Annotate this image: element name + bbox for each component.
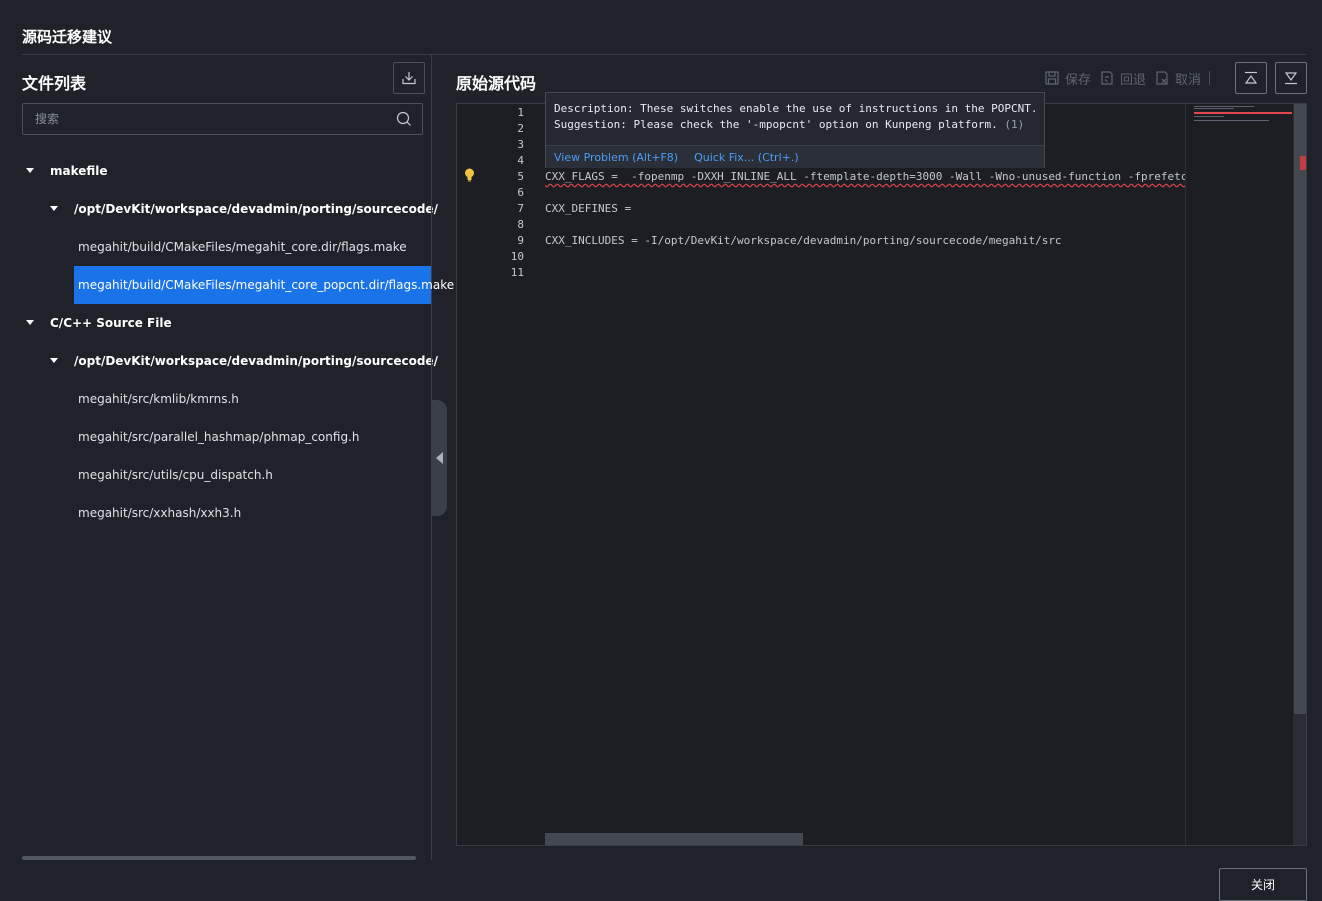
revert-button[interactable]: 回退 <box>1099 69 1146 88</box>
tree-group-label: makefile <box>50 164 108 178</box>
tree-file-item[interactable]: megahit/src/utils/cpu_dispatch.h <box>22 456 431 494</box>
tree-file-item[interactable]: megahit/src/kmlib/kmrns.h <box>22 380 431 418</box>
line-number: 3 <box>517 138 524 151</box>
previous-issue-button[interactable] <box>1235 62 1267 94</box>
editor-toolbar: 保存 回退 取消 <box>1044 68 1212 88</box>
close-button[interactable]: 关闭 <box>1219 868 1307 901</box>
download-icon <box>402 72 416 85</box>
tree-file-item[interactable]: megahit/build/CMakeFiles/megahit_core.di… <box>22 228 431 266</box>
line-number: 9 <box>517 234 524 247</box>
save-button[interactable]: 保存 <box>1044 69 1091 88</box>
search-box <box>22 103 423 135</box>
caret-down-icon[interactable] <box>26 168 34 173</box>
tree-file-item-selected[interactable]: megahit/build/CMakeFiles/megahit_core_po… <box>22 266 454 304</box>
arrow-down-to-bottom-icon <box>1284 72 1298 85</box>
tree-file-label: megahit/build/CMakeFiles/megahit_core.di… <box>78 240 407 254</box>
cancel-label: 取消 <box>1175 72 1202 88</box>
tree-file-label: megahit/src/xxhash/xxh3.h <box>78 506 242 520</box>
tree-group-cpp-source[interactable]: C/C++ Source File <box>22 304 431 342</box>
lightbulb-icon[interactable] <box>464 168 475 182</box>
tree-file-label: megahit/src/parallel_hashmap/phmap_confi… <box>78 430 360 444</box>
line-number: 11 <box>510 266 524 279</box>
tree-group-label: C/C++ Source File <box>50 316 172 330</box>
cancel-file-icon <box>1156 71 1168 85</box>
search-input[interactable] <box>35 104 385 134</box>
left-horizontal-scrollbar[interactable] <box>22 856 416 860</box>
next-issue-button[interactable] <box>1275 62 1307 94</box>
title-divider <box>22 54 1306 55</box>
revert-icon <box>1101 71 1113 85</box>
line-number: 6 <box>517 186 524 199</box>
scrollbar-error-marker <box>1300 156 1306 170</box>
save-label: 保存 <box>1065 72 1092 88</box>
minimap-error-marker <box>1194 112 1292 114</box>
scrollbar-thumb[interactable] <box>1294 104 1306 714</box>
hover-message: Description: These switches enable the u… <box>554 101 1037 133</box>
code-editor[interactable]: 1 2 3 4 5 6 7 8 9 10 11 CXX_FLAGS = -fop… <box>456 103 1307 846</box>
quick-fix-link[interactable]: Quick Fix... (Ctrl+.) <box>694 151 799 164</box>
line-number: 2 <box>517 122 524 135</box>
line-number: 10 <box>510 250 524 263</box>
tree-folder[interactable]: /opt/DevKit/workspace/devadmin/porting/s… <box>22 190 438 228</box>
code-minimap[interactable] <box>1185 104 1293 845</box>
caret-down-icon[interactable] <box>26 320 34 325</box>
code-line-flags: CXX_FLAGS = -fopenmp -DXXH_INLINE_ALL -f… <box>545 170 1188 183</box>
caret-down-icon[interactable] <box>50 206 58 211</box>
tree-folder[interactable]: /opt/DevKit/workspace/devadmin/porting/s… <box>22 342 438 380</box>
chevron-left-icon <box>436 452 443 464</box>
search-icon[interactable] <box>396 111 412 127</box>
editor-vertical-scrollbar[interactable] <box>1293 104 1306 845</box>
hover-count: (1) <box>1004 118 1025 131</box>
hover-actions-bar: View Problem (Alt+F8) Quick Fix... (Ctrl… <box>546 145 1044 168</box>
code-line-includes: CXX_INCLUDES = -I/opt/DevKit/workspace/d… <box>545 234 1062 247</box>
tree-file-label: megahit/src/utils/cpu_dispatch.h <box>78 468 273 482</box>
arrow-up-to-top-icon <box>1244 71 1258 84</box>
view-problem-link[interactable]: View Problem (Alt+F8) <box>554 151 678 164</box>
code-line-defines: CXX_DEFINES = <box>545 202 638 215</box>
cancel-button[interactable]: 取消 <box>1154 69 1201 88</box>
problem-hover-tooltip: Description: These switches enable the u… <box>545 92 1045 168</box>
line-number: 7 <box>517 202 524 215</box>
download-button[interactable] <box>393 62 425 94</box>
caret-down-icon[interactable] <box>50 358 58 363</box>
hover-description: Description: These switches enable the u… <box>554 102 1038 115</box>
tree-group-makefile[interactable]: makefile <box>22 152 431 190</box>
collapse-panel-handle[interactable] <box>432 400 447 516</box>
tree-file-label: megahit/build/CMakeFiles/megahit_core_po… <box>78 278 455 292</box>
tree-folder-label: /opt/DevKit/workspace/devadmin/porting/s… <box>74 202 438 216</box>
tree-file-label: megahit/src/kmlib/kmrns.h <box>78 392 239 406</box>
file-list-title: 文件列表 <box>22 74 87 93</box>
line-number: 1 <box>517 106 524 119</box>
hover-suggestion: Suggestion: Please check the '-mpopcnt' … <box>554 118 998 131</box>
revert-label: 回退 <box>1120 72 1147 88</box>
line-number: 4 <box>517 154 524 167</box>
toolbar-divider <box>1209 71 1211 85</box>
line-number: 8 <box>517 218 524 231</box>
editor-horizontal-scrollbar[interactable] <box>545 833 803 845</box>
source-panel-title: 原始源代码 <box>456 74 537 93</box>
save-icon <box>1045 71 1059 85</box>
dialog-title: 源码迁移建议 <box>22 28 113 46</box>
line-number: 5 <box>517 170 524 183</box>
tree-folder-label: /opt/DevKit/workspace/devadmin/porting/s… <box>74 354 438 368</box>
tree-file-item[interactable]: megahit/src/parallel_hashmap/phmap_confi… <box>22 418 431 456</box>
tree-file-item[interactable]: megahit/src/xxhash/xxh3.h <box>22 494 431 532</box>
